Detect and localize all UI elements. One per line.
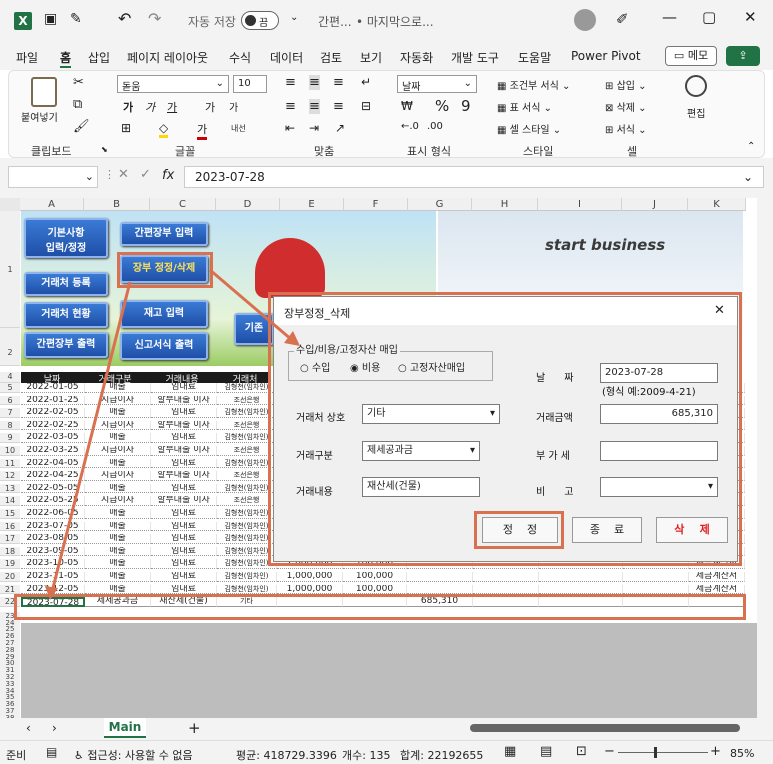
normal-view-icon[interactable]: ▦ [504, 744, 516, 759]
page-break-icon[interactable]: ⊡ [576, 744, 587, 759]
prev-sheet-icon[interactable]: ‹ [26, 721, 31, 735]
average-status: 평균: 418729.3396 [236, 749, 337, 762]
accessibility-status[interactable]: ♿ 접근성: 사용할 수 없음 [74, 747, 193, 763]
status-bar: 준비 ▤ ♿ 접근성: 사용할 수 없음 평균: 418729.3396 개수:… [0, 740, 773, 764]
page-layout-icon[interactable]: ▤ [540, 744, 552, 759]
zoom-level[interactable]: 85% [730, 747, 754, 760]
sheet-tabs-bar: ‹ › Main + [0, 718, 773, 740]
ready-status: 준비 [6, 749, 27, 762]
sheet-tab-main[interactable]: Main [104, 718, 146, 738]
accessibility-icon: ♿ [74, 749, 84, 762]
horizontal-scrollbar[interactable] [470, 724, 740, 732]
zoom-out-icon[interactable]: − [604, 744, 615, 759]
next-sheet-icon[interactable]: › [52, 721, 57, 735]
macro-icon[interactable]: ▤ [46, 745, 57, 759]
zoom-in-icon[interactable]: + [710, 744, 721, 759]
annotation-arrows [45, 268, 300, 600]
add-sheet-icon[interactable]: + [188, 719, 201, 737]
count-status: 개수: 135 [342, 749, 391, 762]
sum-status: 합계: 22192655 [400, 749, 484, 762]
zoom-slider[interactable] [618, 747, 708, 758]
